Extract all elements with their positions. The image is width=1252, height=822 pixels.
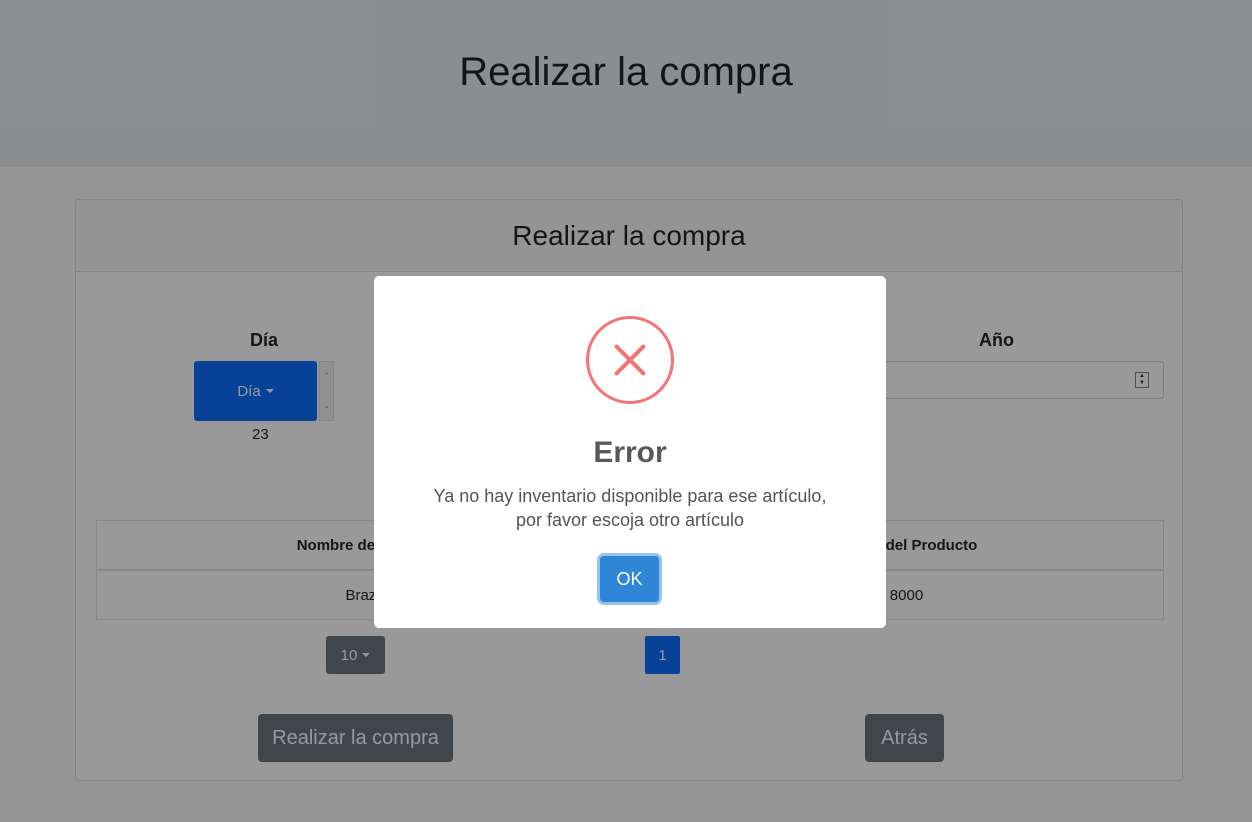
error-dialog: Error Ya no hay inventario disponible pa…: [374, 276, 886, 628]
ok-button[interactable]: OK: [600, 556, 659, 602]
dialog-message: Ya no hay inventario disponible para ese…: [374, 484, 886, 532]
dialog-message-line-1: Ya no hay inventario disponible para ese…: [433, 486, 827, 506]
dialog-title: Error: [593, 436, 667, 469]
dialog-message-line-2: por favor escoja otro artículo: [515, 510, 745, 530]
error-x-icon: [586, 316, 674, 404]
